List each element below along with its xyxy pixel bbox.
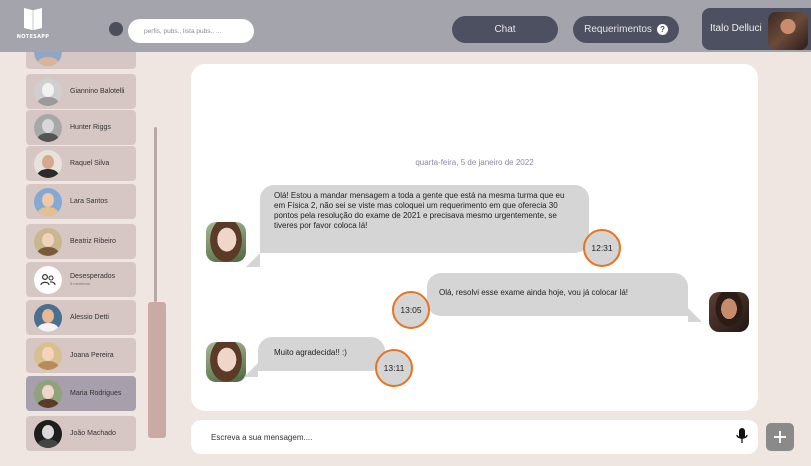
contact-item[interactable]: Giannino Balotelli	[26, 74, 136, 109]
contact-avatar	[34, 303, 62, 332]
contact-name: Maria Rodrigues	[70, 390, 122, 397]
contact-item-active[interactable]: Maria Rodrigues	[26, 376, 136, 411]
contact-item[interactable]: João Machado	[26, 416, 136, 451]
bubble-tail	[244, 363, 258, 377]
book-logo-icon	[24, 8, 42, 30]
message-composer	[191, 420, 758, 454]
message-text: Olá! Estou a mandar mensagem a toda a ge…	[274, 191, 565, 230]
sender-avatar	[206, 222, 246, 262]
app-logo[interactable]: NOTESAPP	[16, 6, 50, 48]
search-input[interactable]	[128, 19, 254, 43]
contact-name: Lara Santos	[70, 198, 108, 205]
microphone-icon[interactable]	[733, 426, 751, 446]
message-time: 13:05	[392, 291, 430, 329]
contact-avatar	[34, 52, 62, 66]
group-item[interactable]: Desesperados 5 membros	[26, 262, 136, 297]
contact-avatar	[34, 341, 62, 370]
group-name: Desesperados	[70, 273, 116, 280]
contact-avatar	[34, 149, 62, 178]
search-icon[interactable]	[109, 22, 123, 36]
message-text: Muito agradecida!! :)	[274, 348, 347, 357]
plus-icon	[774, 431, 786, 443]
contact-item[interactable]: Lara Santos	[26, 184, 136, 219]
date-separator: quarta-feira, 5 de janeiro de 2022	[415, 158, 534, 167]
contact-item[interactable]: Beatriz Ribeiro	[26, 224, 136, 259]
user-avatar	[768, 12, 808, 50]
contact-name: João Machado	[70, 430, 116, 437]
message-bubble-sent: Olá, resolvi esse exame ainda hoje, vou …	[427, 273, 688, 316]
group-members: 5 membros	[70, 281, 91, 286]
contacts-list: Giannino Balotelli Hunter Riggs Raquel S…	[26, 52, 136, 462]
message-bubble-received: Muito agradecida!! :)	[258, 337, 385, 371]
contact-name: Beatriz Ribeiro	[70, 238, 116, 245]
message-text: Olá, resolvi esse exame ainda hoje, vou …	[439, 288, 628, 297]
contact-name: Hunter Riggs	[70, 124, 111, 131]
contact-item[interactable]: Raquel Silva	[26, 146, 136, 181]
message-time: 13:11	[375, 349, 413, 387]
message-time: 12:31	[583, 229, 621, 267]
user-name: Italo Delluci	[710, 23, 762, 34]
top-bar: NOTESAPP Chat Requerimentos ? Italo Dell…	[0, 0, 811, 52]
contact-item-partial[interactable]	[26, 52, 136, 69]
sender-avatar	[206, 342, 246, 382]
logo-text: NOTESAPP	[16, 34, 50, 40]
message-input[interactable]	[211, 429, 711, 445]
contact-name: Alessio Detti	[70, 314, 109, 321]
help-icon: ?	[656, 24, 668, 35]
contact-avatar	[34, 419, 62, 448]
contact-avatar	[34, 77, 62, 106]
contact-avatar	[34, 379, 62, 408]
scrollbar-track[interactable]	[154, 127, 157, 302]
contact-item[interactable]: Alessio Detti	[26, 300, 136, 335]
scrollbar-thumb[interactable]	[148, 302, 166, 438]
bubble-tail	[688, 308, 702, 322]
group-icon	[34, 265, 62, 294]
bubble-tail	[246, 253, 260, 267]
chat-button-label: Chat	[494, 24, 516, 35]
chat-button[interactable]: Chat	[452, 16, 558, 43]
contact-name: Raquel Silva	[70, 160, 110, 167]
add-attachment-button[interactable]	[766, 423, 794, 451]
contact-name: Joana Pereira	[70, 352, 114, 359]
contact-item[interactable]: Joana Pereira	[26, 338, 136, 373]
requests-button[interactable]: Requerimentos ?	[573, 16, 679, 43]
user-profile-button[interactable]: Italo Delluci	[702, 8, 811, 50]
contact-avatar	[34, 187, 62, 216]
message-bubble-received: Olá! Estou a mandar mensagem a toda a ge…	[260, 185, 589, 253]
contact-avatar	[34, 227, 62, 256]
contact-name: Giannino Balotelli	[70, 88, 125, 95]
contact-avatar	[34, 113, 62, 142]
own-avatar	[709, 292, 749, 332]
contact-item[interactable]: Hunter Riggs	[26, 110, 136, 145]
requests-button-label: Requerimentos	[584, 24, 652, 35]
